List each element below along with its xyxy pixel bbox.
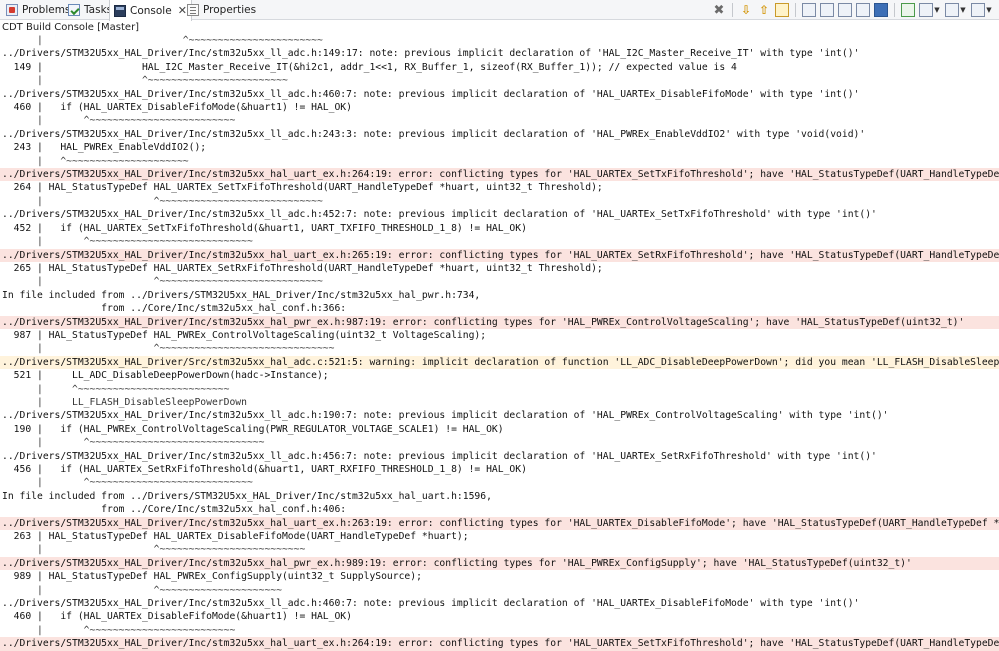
link-icon[interactable]: [775, 3, 789, 17]
console-line-info: In file included from ../Drivers/STM32U5…: [2, 289, 481, 301]
console-line-code: 263 | HAL_StatusTypeDef HAL_UARTEx_Disab…: [2, 531, 469, 543]
copy-icon[interactable]: [856, 3, 870, 17]
console-line-note: ../Drivers/STM32U5xx_HAL_Driver/Inc/stm3…: [2, 88, 860, 100]
word-wrap-icon[interactable]: [838, 3, 852, 17]
console-line-code: 243 | HAL_PWREx_EnableVddIO2();: [2, 142, 207, 154]
console-line-code: 460 | if (HAL_UARTEx_DisableFifoMode(&hu…: [2, 611, 352, 623]
console-line-code: 190 | if (HAL_PWREx_ControlVoltageScalin…: [2, 423, 504, 435]
tab-console[interactable]: Console ✕: [109, 0, 192, 21]
console-line-code: 521 | LL_ADC_DisableDeepPowerDown(hadc->…: [2, 370, 329, 382]
view-tab-bar: Problems Tasks Console ✕ Properties ✖ ⇩ …: [0, 0, 999, 21]
console-line-note: ../Drivers/STM32U5xx_HAL_Driver/Inc/stm3…: [2, 410, 889, 422]
console-line-info: from ../Core/Inc/stm32u5xx_hal_conf.h:36…: [2, 303, 347, 315]
console-line-hint: | ^~~~~~~~~~~~~~~~~~~~~~~~~~~~~: [2, 276, 323, 288]
pin-console-icon[interactable]: [820, 3, 834, 17]
console-line-code: 456 | if (HAL_UARTEx_SetRxFifoThreshold(…: [2, 464, 527, 475]
console-line-info: from ../Core/Inc/stm32u5xx_hal_conf.h:40…: [2, 504, 347, 516]
tab-tasks-label: Tasks: [84, 4, 113, 16]
console-line-error: ../Drivers/STM32U5xx_HAL_Driver/Inc/stm3…: [0, 168, 999, 182]
console-line-note: ../Drivers/STM32U5xx_HAL_Driver/Inc/stm3…: [2, 48, 860, 60]
console-line-hint: | ^~~~~~~~~~~~~~~~~~~~~~: [2, 155, 189, 167]
chevron-down-icon[interactable]: ▼: [933, 3, 941, 17]
console-line-info: In file included from ../Drivers/STM32U5…: [2, 490, 492, 502]
console-icon: [114, 4, 126, 17]
open-console-icon[interactable]: [919, 3, 933, 17]
console-line-hint: | ^~~~~~~~~~~~~~~~~~~~~~~~~: [2, 75, 288, 87]
console-line-code: 264 | HAL_StatusTypeDef HAL_UARTEx_SetTx…: [2, 182, 603, 194]
display-selected-console-icon[interactable]: [945, 3, 959, 17]
console-line-hint: | ^~~~~~~~~~~~~~~~~~~~~~~~~~: [2, 544, 306, 556]
console-line-error: ../Drivers/STM32U5xx_HAL_Driver/Inc/stm3…: [0, 637, 999, 651]
problems-icon: [6, 4, 18, 16]
clear-console-icon[interactable]: [802, 3, 816, 17]
console-line-hint: | ^~~~~~~~~~~~~~~~~~~~~~~~~~~~~: [2, 195, 323, 207]
console-line-hint: | ^~~~~~~~~~~~~~~~~~~~~~: [2, 584, 282, 596]
console-line-error: ../Drivers/STM32U5xx_HAL_Driver/Inc/stm3…: [0, 315, 999, 329]
console-line-code: 987 | HAL_StatusTypeDef HAL_PWREx_Contro…: [2, 329, 487, 341]
new-console-icon[interactable]: [971, 3, 985, 17]
console-line-error: ../Drivers/STM32U5xx_HAL_Driver/Inc/stm3…: [0, 516, 999, 531]
paste-icon[interactable]: [874, 3, 888, 17]
console-line-warning: ../Drivers/STM32U5xx_HAL_Driver/Src/stm3…: [0, 355, 999, 370]
tasks-icon: [68, 4, 80, 16]
console-line-code: 460 | if (HAL_UARTEx_DisableFifoMode(&hu…: [2, 102, 352, 114]
console-line-hint: | ^~~~~~~~~~~~~~~~~~~~~~~~~~~~~~~: [2, 343, 335, 355]
console-output[interactable]: | ^~~~~~~~~~~~~~~~~~~~~~~~ ../Drivers/STM…: [0, 34, 999, 651]
console-line-note: ../Drivers/STM32U5xx_HAL_Driver/Inc/stm3…: [2, 450, 877, 462]
console-line-note: ../Drivers/STM32U5xx_HAL_Driver/Inc/stm3…: [2, 209, 877, 221]
console-line-note: ../Drivers/STM32U5xx_HAL_Driver/Inc/stm3…: [2, 598, 860, 610]
toolbar-separator: [795, 3, 796, 17]
scroll-lock-up-icon[interactable]: ⇧: [757, 3, 771, 17]
chevron-down-icon[interactable]: ▼: [985, 3, 993, 17]
toolbar-separator: [894, 3, 895, 17]
show-console-icon[interactable]: [901, 3, 915, 17]
chevron-down-icon[interactable]: ▼: [959, 3, 967, 17]
console-line-hint: | ^~~~~~~~~~~~~~~~~~~~~~~~~~~~~: [2, 477, 253, 489]
console-line-code: 265 | HAL_StatusTypeDef HAL_UARTEx_SetRx…: [2, 262, 603, 274]
console-line-hint: | LL_FLASH_DisableSleepPowerDown: [2, 396, 247, 408]
console-line-hint: | ^~~~~~~~~~~~~~~~~~~~~~~~~~~~~~~: [2, 437, 265, 449]
scroll-lock-down-icon[interactable]: ⇩: [739, 3, 753, 17]
console-title: CDT Build Console [Master]: [2, 22, 140, 33]
console-line-code: 989 | HAL_StatusTypeDef HAL_PWREx_Config…: [2, 571, 422, 583]
console-line-hint: | ^~~~~~~~~~~~~~~~~~~~~~~~~~~: [2, 383, 230, 395]
console-line-error: ../Drivers/STM32U5xx_HAL_Driver/Inc/stm3…: [0, 556, 999, 571]
console-toolbar: ✖ ⇩ ⇧ ▼ ▼ ▼: [708, 2, 993, 18]
terminate-icon[interactable]: ✖: [712, 3, 726, 18]
console-line-hint: | ^~~~~~~~~~~~~~~~~~~~~~~~~~~~~: [2, 236, 253, 248]
console-line-note: ../Drivers/STM32U5xx_HAL_Driver/Inc/stm3…: [2, 128, 866, 140]
console-line-hint: | ^~~~~~~~~~~~~~~~~~~~~~~~~~: [2, 624, 236, 636]
tab-properties-label: Properties: [203, 4, 257, 16]
console-line-hint: | ^~~~~~~~~~~~~~~~~~~~~~~~: [2, 35, 323, 46]
console-line-error: ../Drivers/STM32U5xx_HAL_Driver/Inc/stm3…: [0, 248, 999, 262]
console-line-code: 149 | HAL_I2C_Master_Receive_IT(&hi2c1, …: [2, 61, 737, 73]
console-line-code: 452 | if (HAL_UARTEx_SetTxFifoThreshold(…: [2, 222, 527, 234]
toolbar-separator: [732, 3, 733, 17]
tab-properties[interactable]: Properties: [183, 0, 260, 20]
properties-icon: [187, 4, 199, 16]
tab-console-label: Console: [130, 4, 172, 17]
console-line-hint: | ^~~~~~~~~~~~~~~~~~~~~~~~~~: [2, 115, 236, 127]
